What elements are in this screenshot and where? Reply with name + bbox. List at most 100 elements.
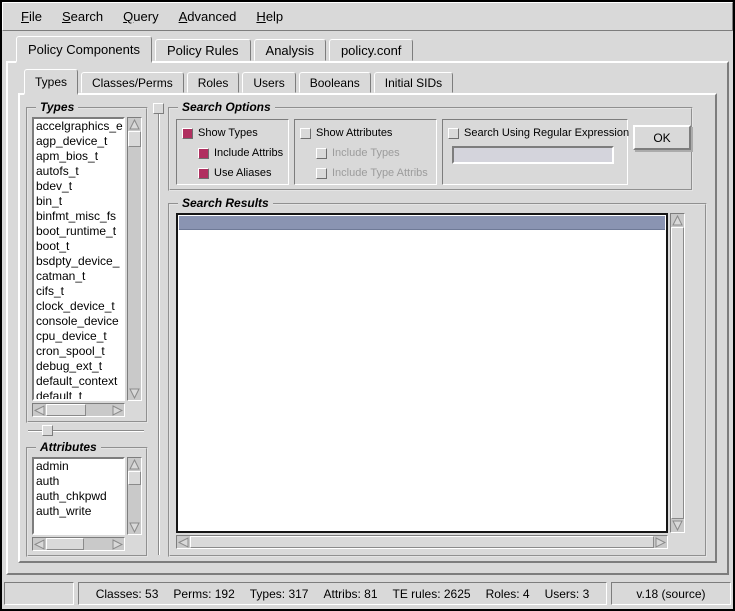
show-types-checkbox[interactable]: Show Types	[182, 123, 283, 143]
include-attribs-checkbox[interactable]: Include Attribs	[182, 143, 283, 163]
types-list-item[interactable]: default_context	[36, 374, 123, 389]
types-list-item[interactable]: boot_t	[36, 239, 123, 254]
types-list-item[interactable]: default_t	[36, 389, 123, 401]
results-vscrollbar[interactable]	[670, 213, 685, 533]
scroll-thumb[interactable]	[128, 471, 141, 485]
attributes-listbox[interactable]: adminauthauth_chkpwdauth_write	[32, 457, 125, 535]
include-types-checkbox: Include Types	[300, 143, 431, 163]
status-stat: Classes: 53	[96, 587, 159, 601]
types-list-item[interactable]: clock_device_t	[36, 299, 123, 314]
types-list-item[interactable]: cpu_device_t	[36, 329, 123, 344]
menu-item[interactable]: Search	[52, 5, 113, 28]
sub-tab[interactable]: Booleans	[299, 72, 371, 93]
main-tab-bar: Policy ComponentsPolicy RulesAnalysispol…	[16, 36, 733, 61]
main-tab[interactable]: Policy Components	[16, 36, 152, 63]
search-results-textarea[interactable]	[176, 213, 668, 533]
types-list-item[interactable]: debug_ext_t	[36, 359, 123, 374]
right-pane: Search Options Show Types Include Attrib…	[166, 99, 711, 557]
scroll-thumb[interactable]	[128, 131, 141, 147]
attributes-list-item[interactable]: auth_chkpwd	[36, 489, 123, 504]
menu-item[interactable]: Advanced	[169, 5, 247, 28]
scroll-thumb[interactable]	[46, 404, 86, 416]
sub-tab[interactable]: Roles	[187, 72, 240, 93]
types-list-item[interactable]: bdev_t	[36, 179, 123, 194]
types-list-item[interactable]: catman_t	[36, 269, 123, 284]
types-list-item[interactable]: console_device	[36, 314, 123, 329]
scroll-right-icon[interactable]	[111, 538, 124, 551]
scroll-right-icon[interactable]	[654, 536, 667, 549]
main-tab[interactable]: Analysis	[254, 39, 326, 61]
main-tab[interactable]: policy.conf	[329, 39, 413, 61]
scroll-trough[interactable]	[128, 485, 141, 521]
sash-grip-icon[interactable]	[153, 103, 164, 114]
scroll-up-icon[interactable]	[128, 118, 141, 131]
regex-entry[interactable]	[452, 146, 614, 164]
regex-box: Search Using Regular Expression	[442, 119, 628, 185]
sub-tab[interactable]: Initial SIDs	[374, 72, 453, 93]
types-list-item[interactable]: bsdpty_device_	[36, 254, 123, 269]
status-stat: Users: 3	[545, 587, 590, 601]
scroll-left-icon[interactable]	[33, 538, 46, 551]
scroll-trough[interactable]	[84, 538, 111, 550]
menubar: FileSearchQueryAdvancedHelp	[2, 2, 733, 31]
types-list-item[interactable]: accelgraphics_e	[36, 119, 123, 134]
checkbox-label: Show Types	[198, 127, 258, 139]
checkbox-icon[interactable]	[300, 128, 311, 139]
types-listbox[interactable]: accelgraphics_eagp_device_tapm_bios_taut…	[32, 117, 125, 401]
regex-checkbox[interactable]: Search Using Regular Expression	[448, 123, 622, 143]
scroll-left-icon[interactable]	[33, 404, 46, 417]
attributes-hscrollbar[interactable]	[32, 537, 125, 551]
types-list-item[interactable]: autofs_t	[36, 164, 123, 179]
ok-button[interactable]: OK	[633, 125, 691, 150]
checkbox-icon[interactable]	[182, 128, 193, 139]
types-list-item[interactable]: binfmt_misc_fs	[36, 209, 123, 224]
types-hscrollbar[interactable]	[32, 403, 125, 417]
scroll-right-icon[interactable]	[111, 404, 124, 417]
types-list-item[interactable]: boot_runtime_t	[36, 224, 123, 239]
sub-tab[interactable]: Classes/Perms	[81, 72, 184, 93]
attributes-list-item[interactable]: auth	[36, 474, 123, 489]
sub-tab[interactable]: Users	[242, 72, 295, 93]
scroll-trough[interactable]	[86, 404, 111, 416]
scroll-thumb[interactable]	[671, 227, 684, 519]
types-vscrollbar[interactable]	[127, 117, 142, 401]
checkbox-icon[interactable]	[198, 148, 209, 159]
menu-item[interactable]: File	[11, 5, 52, 28]
scroll-thumb[interactable]	[46, 538, 84, 550]
checkbox-icon[interactable]	[448, 128, 459, 139]
attributes-vscrollbar[interactable]	[127, 457, 142, 535]
results-hscrollbar[interactable]	[176, 535, 668, 549]
scroll-up-icon[interactable]	[128, 458, 141, 471]
scroll-up-icon[interactable]	[671, 214, 684, 227]
vertical-sash[interactable]	[152, 99, 166, 557]
scroll-trough[interactable]	[128, 147, 141, 387]
types-page: Types accelgraphics_eagp_device_tapm_bio…	[18, 93, 717, 563]
types-list-item[interactable]: bin_t	[36, 194, 123, 209]
checkbox-label: Show Attributes	[316, 127, 392, 139]
horizontal-sash[interactable]	[28, 423, 150, 439]
sub-tab[interactable]: Types	[24, 69, 78, 95]
scroll-down-icon[interactable]	[671, 519, 684, 532]
scroll-down-icon[interactable]	[128, 387, 141, 400]
policy-components-page: TypesClasses/PermsRolesUsersBooleansInit…	[6, 61, 729, 575]
statusbar: Classes: 53Perms: 192Types: 317Attribs: …	[2, 579, 733, 609]
types-list-item[interactable]: cifs_t	[36, 284, 123, 299]
menu-item[interactable]: Query	[113, 5, 168, 28]
checkbox-label: Search Using Regular Expression	[464, 127, 629, 139]
types-list-item[interactable]: cron_spool_t	[36, 344, 123, 359]
checkbox-icon[interactable]	[198, 168, 209, 179]
types-list-item[interactable]: agp_device_t	[36, 134, 123, 149]
scroll-left-icon[interactable]	[177, 536, 190, 549]
scroll-thumb[interactable]	[190, 536, 654, 548]
types-list-item[interactable]: apm_bios_t	[36, 149, 123, 164]
sash-grip-icon[interactable]	[42, 425, 53, 436]
menu-item[interactable]: Help	[246, 5, 293, 28]
status-empty-segment	[4, 582, 74, 605]
ok-button-area: OK	[633, 119, 691, 185]
attributes-list-item[interactable]: admin	[36, 459, 123, 474]
main-tab[interactable]: Policy Rules	[155, 39, 251, 61]
attributes-list-item[interactable]: auth_write	[36, 504, 123, 519]
scroll-down-icon[interactable]	[128, 521, 141, 534]
show-attributes-checkbox[interactable]: Show Attributes	[300, 123, 431, 143]
use-aliases-checkbox[interactable]: Use Aliases	[182, 163, 283, 183]
